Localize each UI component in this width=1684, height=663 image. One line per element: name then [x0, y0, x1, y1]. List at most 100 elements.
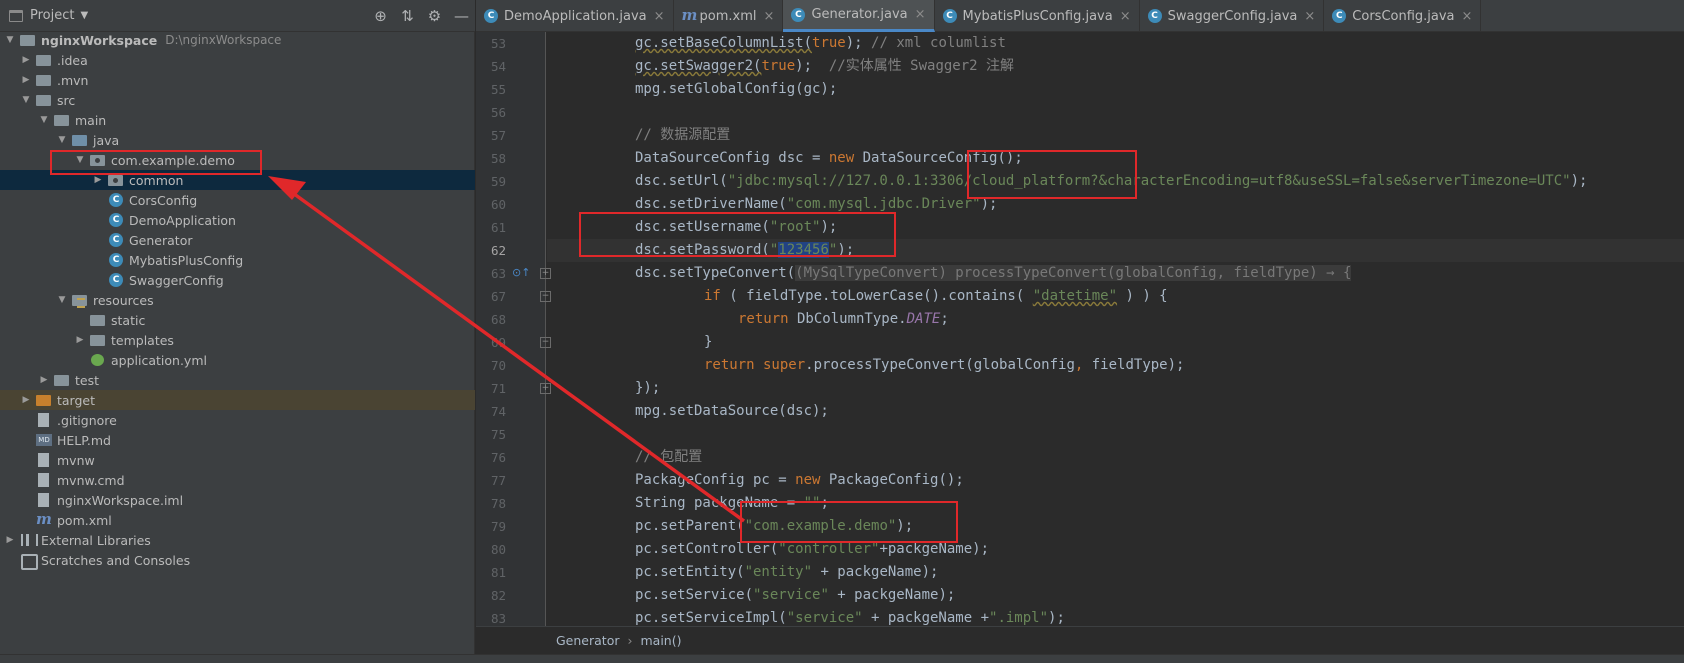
line-number: 78 — [490, 496, 506, 511]
collapse-icon[interactable]: ⇅ — [394, 0, 421, 32]
tree-item-templates[interactable]: ▶ templates — [0, 330, 475, 350]
tab-pom-xml[interactable]: m pom.xml × — [674, 0, 784, 32]
code-text: + packgeName); — [828, 587, 956, 603]
module-file-icon — [36, 493, 52, 507]
tree-item-label: nginxWorkspace — [41, 32, 158, 48]
tree-item-test[interactable]: ▶ test — [0, 370, 475, 390]
maven-icon — [36, 510, 52, 528]
tree-item-label: nginxWorkspace.iml — [57, 492, 184, 508]
line-number: 70 — [490, 358, 506, 373]
code-keyword: return super — [704, 357, 806, 373]
close-icon[interactable]: × — [764, 9, 775, 24]
tree-item-external-libraries[interactable]: ▶ External Libraries — [0, 530, 475, 550]
scratches-icon — [20, 553, 38, 570]
tree-item-gitignore[interactable]: .gitignore — [0, 410, 475, 430]
line-number: 56 — [490, 105, 506, 120]
close-icon[interactable]: × — [915, 7, 926, 22]
close-icon[interactable]: × — [1462, 9, 1473, 24]
tree-item-static[interactable]: static — [0, 310, 475, 330]
tree-item-pom-xml[interactable]: pom.xml — [0, 510, 475, 530]
tree-item-resources[interactable]: ▼ resources — [0, 290, 475, 310]
tree-item-java[interactable]: ▼ java — [0, 130, 475, 150]
tree-item-corsconfig[interactable]: CorsConfig — [0, 190, 475, 210]
tree-item-mybatisplusconfig[interactable]: MybatisPlusConfig — [0, 250, 475, 270]
tree-item-swaggerconfig[interactable]: SwaggerConfig — [0, 270, 475, 290]
tree-item-help-md[interactable]: HELP.md — [0, 430, 475, 450]
project-path: D:\nginxWorkspace — [165, 33, 282, 47]
code-text: .processTypeConvert(globalConfig — [805, 357, 1075, 373]
tree-item-iml[interactable]: nginxWorkspace.iml — [0, 490, 475, 510]
excluded-folder-icon — [36, 393, 52, 407]
tab-generator[interactable]: C Generator.java × — [783, 0, 935, 32]
tree-item-src[interactable]: ▼ src — [0, 90, 475, 110]
line-number-gutter[interactable]: 53 54 55 56 57 58 59 60 61 62 63 67 68 6… — [476, 32, 551, 626]
code-line: pc.setEntity("entity" + packgeName); — [547, 561, 1684, 584]
code-string: "datetime" — [1032, 288, 1118, 304]
tab-demoapplication[interactable]: C DemoApplication.java × — [476, 0, 674, 32]
line-number: 59 — [490, 174, 506, 189]
tree-item-generator[interactable]: Generator — [0, 230, 475, 250]
bottom-tool-strip — [0, 654, 1684, 663]
collapsed-arrow-icon[interactable]: ▶ — [20, 395, 32, 405]
code-line: dsc.setTypeConvert((MySqlTypeConvert) pr… — [547, 262, 1684, 285]
collapsed-arrow-icon[interactable]: ▶ — [38, 375, 50, 385]
tree-item-target[interactable]: ▶ target — [0, 390, 475, 410]
collapsed-arrow-icon[interactable]: ▶ — [20, 75, 32, 85]
close-icon[interactable]: × — [1120, 9, 1131, 24]
tree-item-label: .gitignore — [57, 412, 117, 428]
breadcrumb-method[interactable]: main() — [640, 633, 681, 648]
project-view-selector[interactable]: Project — [30, 8, 74, 23]
text-file-icon — [36, 473, 52, 487]
collapsed-arrow-icon[interactable]: ▶ — [4, 535, 16, 545]
code-text: PackageConfig(); — [820, 472, 964, 488]
minimize-icon[interactable]: — — [448, 0, 475, 32]
tree-item-nginxworkspace[interactable]: ▼ nginxWorkspace D:\nginxWorkspace — [0, 30, 475, 50]
locate-icon[interactable]: ⊕ — [367, 0, 394, 32]
close-icon[interactable]: × — [1304, 9, 1315, 24]
code-text: + packgeName + — [862, 610, 990, 626]
expanded-arrow-icon[interactable]: ▼ — [56, 295, 68, 305]
line-number: 76 — [490, 450, 506, 465]
tab-label: Generator.java — [811, 7, 908, 22]
code-text: ; — [940, 311, 949, 327]
java-class-icon — [108, 273, 124, 287]
collapsed-arrow-icon[interactable]: ▶ — [74, 335, 86, 345]
expanded-arrow-icon[interactable]: ▼ — [4, 35, 16, 45]
tree-item-scratches[interactable]: Scratches and Consoles — [0, 550, 475, 570]
tab-mybatisplusconfig[interactable]: C MybatisPlusConfig.java × — [935, 0, 1140, 32]
library-icon — [20, 533, 38, 547]
tab-swaggerconfig[interactable]: C SwaggerConfig.java × — [1140, 0, 1325, 32]
tree-item-label: application.yml — [111, 352, 207, 368]
package-icon — [108, 173, 124, 187]
tab-corsconfig[interactable]: C CorsConfig.java × — [1324, 0, 1482, 32]
tree-item-application-yml[interactable]: application.yml — [0, 350, 475, 370]
collapsed-arrow-icon[interactable]: ▶ — [20, 55, 32, 65]
source-folder-icon — [72, 133, 88, 147]
code-text: DataSourceConfig dsc = — [635, 150, 829, 166]
line-number: 68 — [490, 312, 506, 327]
line-number: 54 — [490, 59, 506, 74]
collapsed-arrow-icon[interactable]: ▶ — [92, 175, 104, 185]
code-keyword: new — [828, 150, 855, 166]
tree-item-main[interactable]: ▼ main — [0, 110, 475, 130]
code-editor[interactable]: gc.setBaseColumnList(true); // xml colum… — [547, 32, 1684, 626]
tree-item-mvnw-cmd[interactable]: mvnw.cmd — [0, 470, 475, 490]
code-text: gc.setBaseColumnList( — [635, 35, 813, 51]
java-class-icon — [108, 233, 124, 247]
close-icon[interactable]: × — [654, 9, 665, 24]
gear-icon[interactable]: ⚙ — [421, 0, 448, 32]
expanded-arrow-icon[interactable]: ▼ — [20, 95, 32, 105]
line-number: 74 — [490, 404, 506, 419]
tree-item-mvnw[interactable]: mvnw — [0, 450, 475, 470]
breadcrumb-class[interactable]: Generator — [556, 633, 619, 648]
expanded-arrow-icon[interactable]: ▼ — [38, 115, 50, 125]
line-number: 71 — [490, 381, 506, 396]
chevron-down-icon[interactable]: ▼ — [80, 10, 88, 21]
tree-item-demoapplication[interactable]: DemoApplication — [0, 210, 475, 230]
line-number: 67 — [490, 289, 506, 304]
expanded-arrow-icon[interactable]: ▼ — [56, 135, 68, 145]
tree-item-mvn[interactable]: ▶ .mvn — [0, 70, 475, 90]
override-marker-icon[interactable]: ⊙↑ — [512, 266, 530, 279]
folded-lambda-hint[interactable]: (MySqlTypeConvert) processTypeConvert(gl… — [795, 265, 1352, 281]
tree-item-idea[interactable]: ▶ .idea — [0, 50, 475, 70]
